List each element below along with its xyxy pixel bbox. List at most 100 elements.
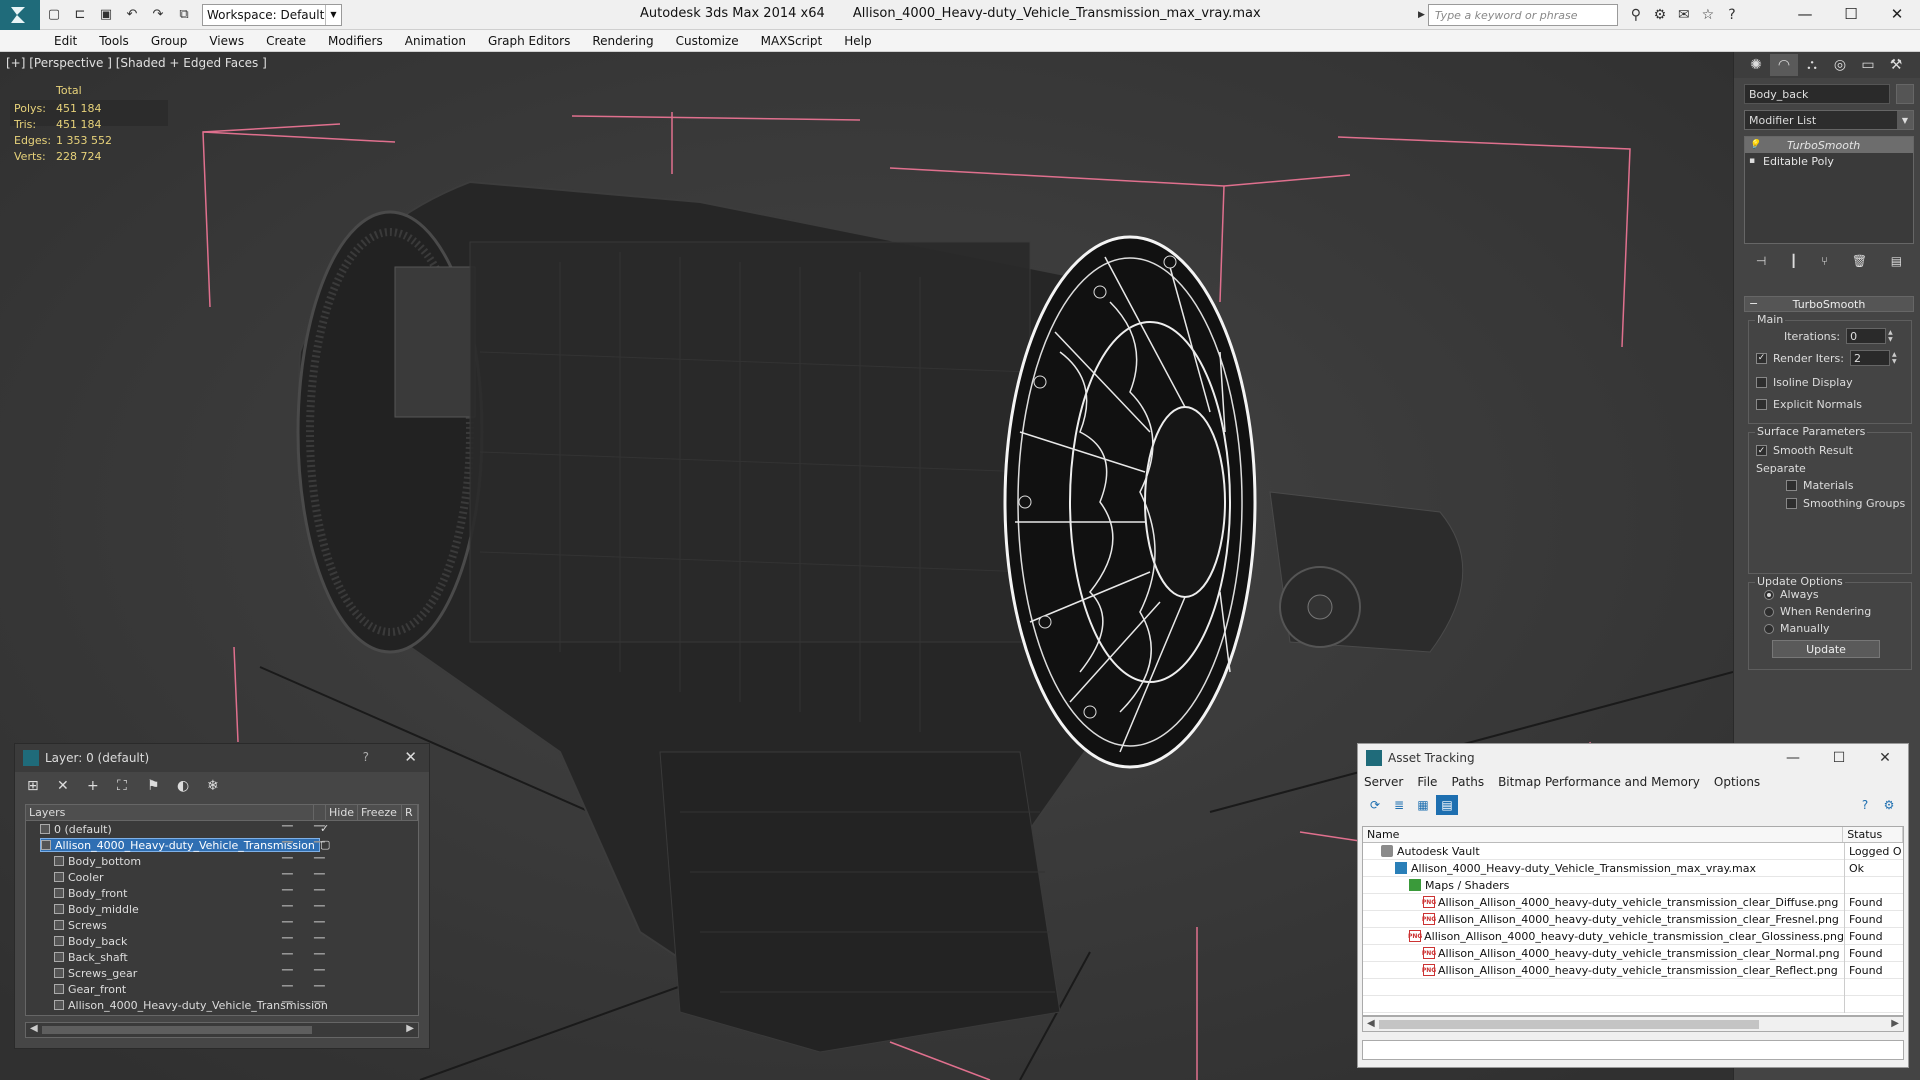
menu-item-modifiers[interactable]: Modifiers: [328, 34, 383, 48]
collapse-icon[interactable]: −: [1749, 297, 1758, 310]
favorites-star-icon[interactable]: ☆: [1696, 7, 1720, 23]
turbosmooth-rollout-header[interactable]: − TurboSmooth: [1744, 296, 1914, 312]
viewport-label[interactable]: [+] [Perspective ] [Shaded + Edged Faces…: [6, 56, 267, 70]
chevron-down-icon[interactable]: ▼: [1897, 111, 1913, 129]
hide-toggle[interactable]: ━━: [282, 966, 293, 976]
open-file-icon[interactable]: ⊏: [68, 3, 92, 27]
hide-toggle[interactable]: ━━: [282, 854, 293, 864]
search-expand-icon[interactable]: ▶: [1418, 10, 1425, 20]
freeze-toggle[interactable]: ━━: [314, 918, 325, 928]
manually-radio[interactable]: [1764, 623, 1774, 634]
layer-name[interactable]: Back_shaft: [54, 950, 132, 964]
asset-row[interactable]: Maps / Shaders: [1363, 876, 1903, 894]
iterations-spinner[interactable]: 0: [1846, 328, 1887, 344]
layer-name[interactable]: Body_front: [54, 886, 131, 900]
column-header-name[interactable]: Name: [1363, 827, 1844, 842]
configure-sets-icon[interactable]: ▤: [1891, 254, 1902, 268]
layer-row[interactable]: Screws ━━ ━━: [26, 917, 418, 933]
layer-row[interactable]: Gear_front ━━ ━━: [26, 981, 418, 997]
menu-item-create[interactable]: Create: [266, 34, 306, 48]
maximize-icon[interactable]: ☐: [1828, 0, 1874, 28]
materials-checkbox[interactable]: [1786, 480, 1797, 491]
hide-toggle[interactable]: ━━: [282, 870, 293, 880]
layer-name[interactable]: Allison_4000_Heavy-duty_Vehicle_Transmis…: [40, 838, 320, 852]
hide-toggle[interactable]: ━━: [282, 950, 293, 960]
hide-toggle[interactable]: ━━: [282, 838, 293, 848]
layer-row[interactable]: Back_shaft ━━ ━━: [26, 949, 418, 965]
asset-menu-server[interactable]: Server: [1364, 775, 1403, 789]
minimize-icon[interactable]: —: [1770, 744, 1816, 772]
horizontal-scrollbar[interactable]: ◀ ▶: [1362, 1016, 1904, 1032]
modify-tab-icon[interactable]: ◠: [1770, 54, 1798, 76]
hide-toggle[interactable]: ━━: [282, 982, 293, 992]
scroll-thumb[interactable]: [1379, 1020, 1759, 1029]
help-button[interactable]: ?: [363, 750, 369, 764]
smoothing-groups-checkbox[interactable]: [1786, 498, 1797, 509]
create-layer-icon[interactable]: ⊞: [27, 778, 57, 794]
layer-name[interactable]: Cooler: [54, 870, 108, 884]
layer-row[interactable]: Cooler ━━ ━━: [26, 869, 418, 885]
pin-stack-icon[interactable]: ⊣: [1756, 254, 1766, 268]
scroll-thumb[interactable]: [42, 1026, 312, 1034]
menu-item-animation[interactable]: Animation: [405, 34, 466, 48]
app-logo-icon[interactable]: [0, 0, 40, 30]
scroll-right-icon[interactable]: ▶: [406, 1023, 414, 1034]
maximize-icon[interactable]: ☐: [1816, 744, 1862, 772]
layer-row[interactable]: Body_front ━━ ━━: [26, 885, 418, 901]
select-objects-icon[interactable]: ⛶: [117, 778, 147, 794]
table-view-icon[interactable]: ▤: [1436, 795, 1458, 815]
project-folder-icon[interactable]: ⧉: [172, 3, 196, 27]
chevron-down-icon[interactable]: ▼: [325, 4, 341, 25]
communication-icon[interactable]: ✉: [1672, 7, 1696, 23]
asset-row[interactable]: PNG Allison_Allison_4000_heavy-duty_vehic…: [1363, 961, 1903, 979]
freeze-toggle[interactable]: ━━: [314, 950, 325, 960]
stack-item-turbosmooth[interactable]: 💡 TurboSmooth: [1745, 137, 1913, 153]
hide-all-icon[interactable]: ◐: [177, 778, 207, 794]
asset-menu-file[interactable]: File: [1417, 775, 1437, 789]
workspace-dropdown[interactable]: Workspace: Default ▼: [202, 3, 342, 26]
dialog-title-bar[interactable]: Asset Tracking — ☐ ✕: [1358, 744, 1908, 772]
utilities-tab-icon[interactable]: ⚒: [1882, 54, 1910, 76]
close-icon[interactable]: ✕: [404, 748, 417, 766]
asset-menu-bitmap-performance-and-memory[interactable]: Bitmap Performance and Memory: [1498, 775, 1700, 789]
explicit-normals-checkbox[interactable]: [1756, 399, 1767, 410]
hide-toggle[interactable]: ━━: [282, 822, 293, 832]
dialog-title-bar[interactable]: Layer: 0 (default) ? ✕: [15, 744, 429, 772]
subscription-icon[interactable]: ⚙: [1648, 7, 1672, 23]
hide-toggle[interactable]: ━━: [282, 918, 293, 928]
motion-tab-icon[interactable]: ◎: [1826, 54, 1854, 76]
minimize-icon[interactable]: —: [1782, 0, 1828, 28]
menu-item-help[interactable]: Help: [844, 34, 871, 48]
undo-icon[interactable]: ↶: [120, 3, 144, 27]
layer-row[interactable]: Body_back ━━ ━━: [26, 933, 418, 949]
layer-row[interactable]: Body_middle ━━ ━━: [26, 901, 418, 917]
active-layer-check-icon[interactable]: ✓: [320, 822, 329, 835]
always-radio[interactable]: [1764, 589, 1774, 600]
column-header-status[interactable]: Status: [1843, 827, 1903, 842]
render-iters-checkbox[interactable]: ✓: [1756, 352, 1767, 364]
asset-menu-options[interactable]: Options: [1714, 775, 1760, 789]
layer-name[interactable]: 0 (default): [40, 822, 116, 836]
freeze-toggle[interactable]: ━━: [314, 902, 325, 912]
modifier-list-dropdown[interactable]: Modifier List ▼: [1744, 110, 1914, 130]
hierarchy-tab-icon[interactable]: ⛬: [1798, 54, 1826, 76]
layer-row[interactable]: Allison_4000_Heavy-duty_Vehicle_Transmis…: [26, 997, 418, 1013]
current-layer-box-icon[interactable]: ▢: [320, 838, 330, 851]
asset-menu-paths[interactable]: Paths: [1451, 775, 1484, 789]
scroll-right-icon[interactable]: ▶: [1891, 1018, 1899, 1029]
column-header-render[interactable]: R: [402, 805, 418, 820]
menu-item-maxscript[interactable]: MAXScript: [761, 34, 823, 48]
menu-item-views[interactable]: Views: [209, 34, 244, 48]
asset-row[interactable]: Autodesk Vault Logged O: [1363, 842, 1903, 860]
hide-toggle[interactable]: ━━: [282, 902, 293, 912]
create-tab-icon[interactable]: ✺: [1742, 54, 1770, 76]
asset-row[interactable]: PNG Allison_Allison_4000_heavy-duty_vehic…: [1363, 944, 1903, 962]
hide-toggle[interactable]: ━━: [282, 998, 293, 1008]
save-file-icon[interactable]: ▣: [94, 3, 118, 27]
freeze-toggle[interactable]: ━━: [314, 998, 325, 1008]
freeze-toggle[interactable]: ━━: [314, 870, 325, 880]
redo-icon[interactable]: ↷: [146, 3, 170, 27]
binoculars-icon[interactable]: ⚲: [1624, 7, 1648, 23]
asset-row[interactable]: PNG Allison_Allison_4000_heavy-duty_vehic…: [1363, 927, 1903, 945]
display-tab-icon[interactable]: ▭: [1854, 54, 1882, 76]
